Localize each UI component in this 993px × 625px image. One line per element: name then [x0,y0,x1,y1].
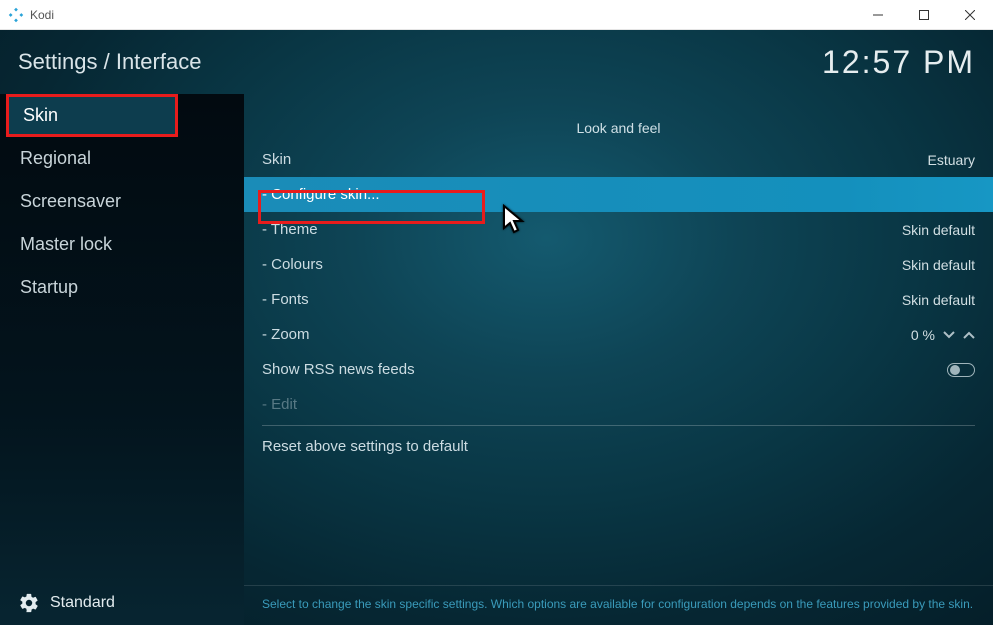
kodi-logo-icon [8,7,24,23]
setting-label: - Edit [262,396,297,413]
setting-value: Skin default [902,292,975,308]
setting-label: - Zoom [262,326,310,343]
close-button[interactable] [947,0,993,30]
setting-value: Skin default [902,257,975,273]
help-text: Select to change the skin specific setti… [244,585,993,625]
setting-rss[interactable]: Show RSS news feeds [244,352,993,387]
sidebar-list: Skin Regional Screensaver Master lock St… [0,94,244,581]
chevron-up-icon[interactable] [963,331,975,339]
sidebar-item-label: Skin [23,105,58,126]
setting-reset[interactable]: Reset above settings to default [244,429,993,464]
setting-label: - Theme [262,221,318,238]
divider [262,425,975,426]
chevron-down-icon[interactable] [943,331,955,339]
setting-fonts[interactable]: - Fonts Skin default [244,282,993,317]
setting-skin[interactable]: Skin Estuary [244,142,993,177]
window-title: Kodi [30,8,54,22]
setting-label: Skin [262,151,291,168]
sidebar-item-label: Regional [20,148,91,169]
clock: 12:57 PM [822,44,975,81]
sidebar-item-label: Master lock [20,234,112,255]
window-controls [855,0,993,30]
sidebar-item-master-lock[interactable]: Master lock [0,223,244,266]
sidebar-item-label: Startup [20,277,78,298]
section-title: Look and feel [244,94,993,142]
setting-label: - Configure skin... [262,186,380,203]
setting-zoom[interactable]: - Zoom 0 % [244,317,993,352]
rss-toggle[interactable] [947,363,975,377]
window-titlebar: Kodi [0,0,993,30]
setting-configure-skin[interactable]: - Configure skin... [244,177,993,212]
setting-edit: - Edit [244,387,993,422]
sidebar-item-screensaver[interactable]: Screensaver [0,180,244,223]
settings-level-label: Standard [50,594,115,612]
setting-value: Estuary [928,152,975,168]
setting-colours[interactable]: - Colours Skin default [244,247,993,282]
main-panel: Look and feel Skin Estuary - Configure s… [244,94,993,625]
setting-label: - Colours [262,256,323,273]
sidebar-item-label: Screensaver [20,191,121,212]
gear-icon [18,592,40,614]
setting-label: Show RSS news feeds [262,361,415,378]
zoom-spinner[interactable]: 0 % [911,327,975,343]
settings-list: Skin Estuary - Configure skin... - Theme… [244,142,993,585]
sidebar-item-skin[interactable]: Skin [6,94,178,137]
maximize-button[interactable] [901,0,947,30]
setting-label: - Fonts [262,291,309,308]
settings-level-button[interactable]: Standard [0,581,244,625]
setting-theme[interactable]: - Theme Skin default [244,212,993,247]
toggle-knob [950,365,960,375]
breadcrumb: Settings / Interface [18,49,201,75]
sidebar: Skin Regional Screensaver Master lock St… [0,94,244,625]
setting-label: Reset above settings to default [262,438,468,455]
setting-value: Skin default [902,222,975,238]
minimize-button[interactable] [855,0,901,30]
setting-value: 0 % [911,327,935,343]
app-header: Settings / Interface 12:57 PM [0,30,993,94]
sidebar-item-regional[interactable]: Regional [0,137,244,180]
sidebar-item-startup[interactable]: Startup [0,266,244,309]
